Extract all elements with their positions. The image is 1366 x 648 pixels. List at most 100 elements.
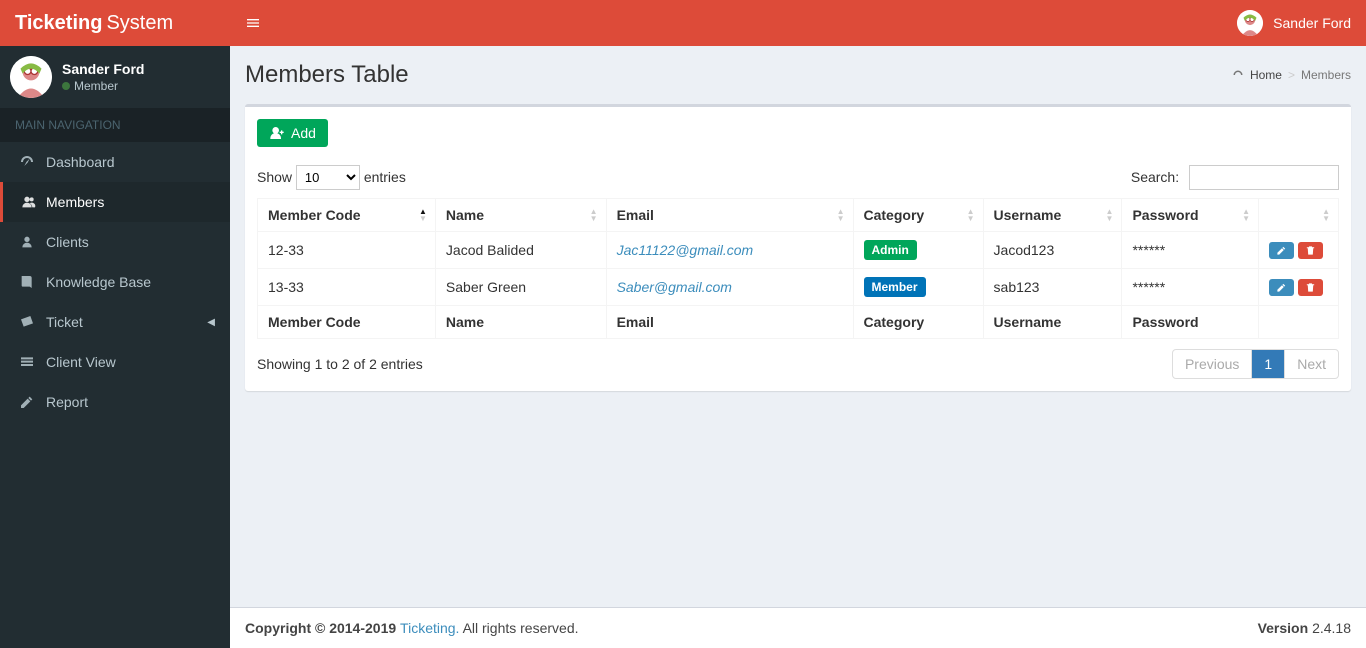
brand-logo[interactable]: Ticketing System — [0, 0, 230, 46]
cell-actions — [1259, 269, 1339, 306]
datatable-info: Showing 1 to 2 of 2 entries — [257, 356, 423, 372]
footer-version: 2.4.18 — [1312, 620, 1351, 636]
nav-members[interactable]: Members — [0, 182, 230, 222]
navbar-user[interactable]: Sander Ford — [1237, 10, 1351, 36]
edit-icon — [18, 394, 36, 410]
table-footer-row: Member Code Name Email Category Username… — [258, 306, 1339, 339]
nav-client-view[interactable]: Client View — [0, 342, 230, 382]
breadcrumb-current: Members — [1301, 68, 1351, 82]
breadcrumb: Home > Members — [1232, 68, 1351, 82]
nav-knowledge-base[interactable]: Knowledge Base — [0, 262, 230, 302]
nav-item-label: Knowledge Base — [46, 274, 151, 290]
book-icon — [18, 274, 36, 290]
search-input[interactable] — [1189, 165, 1339, 190]
add-button[interactable]: Add — [257, 119, 328, 147]
length-prefix: Show — [257, 169, 292, 185]
table-header-row: Member Code▲▼ Name▲▼ Email▲▼ Category▲▼ … — [258, 199, 1339, 232]
th-category[interactable]: Category▲▼ — [853, 199, 983, 232]
avatar-medium — [10, 56, 52, 98]
dashboard-icon — [18, 154, 36, 170]
cell-password: ****** — [1122, 269, 1259, 306]
list-icon — [18, 354, 36, 370]
nav-dashboard[interactable]: Dashboard — [0, 142, 230, 182]
sidebar-user-panel: Sander Ford Member — [0, 46, 230, 108]
cell-email: Saber@gmail.com — [606, 269, 853, 306]
tf-email: Email — [606, 306, 853, 339]
navbar: Sander Ford — [230, 0, 1366, 46]
dashboard-small-icon — [1232, 69, 1244, 81]
tf-name: Name — [435, 306, 606, 339]
avatar-small — [1237, 10, 1263, 36]
nav-item-label: Client View — [46, 354, 116, 370]
cell-actions — [1259, 232, 1339, 269]
th-actions: ▲▼ — [1259, 199, 1339, 232]
cell-username: Jacod123 — [983, 232, 1122, 269]
tf-actions — [1259, 306, 1339, 339]
email-link[interactable]: Saber@gmail.com — [617, 279, 732, 295]
nav-clients[interactable]: Clients — [0, 222, 230, 262]
cell-code: 12-33 — [258, 232, 436, 269]
nav-item-label: Clients — [46, 234, 89, 250]
brand-bold: Ticketing — [15, 12, 102, 35]
cell-name: Jacod Balided — [435, 232, 606, 269]
edit-button[interactable] — [1269, 279, 1294, 296]
th-password[interactable]: Password▲▼ — [1122, 199, 1259, 232]
nav-section-header: MAIN NAVIGATION — [0, 108, 230, 142]
chevron-left-icon: ◀ — [207, 317, 215, 328]
table-row: 12-33Jacod Balided Jac11122@gmail.com Admi… — [258, 232, 1339, 269]
sidebar-user-name: Sander Ford — [62, 61, 144, 77]
pencil-icon — [1276, 245, 1287, 256]
category-badge: Member — [864, 277, 926, 297]
members-table: Member Code▲▼ Name▲▼ Email▲▼ Category▲▼ … — [257, 198, 1339, 339]
nav-report[interactable]: Report — [0, 382, 230, 422]
sidebar-toggle[interactable] — [245, 14, 261, 32]
length-select[interactable]: 10 — [296, 165, 360, 190]
users-icon — [18, 234, 36, 250]
table-row: 13-33Saber GreenSaber@gmail.comMembersab… — [258, 269, 1339, 306]
pagination: Previous 1 Next — [1172, 349, 1339, 379]
breadcrumb-home[interactable]: Home — [1250, 68, 1282, 82]
ticket-icon — [18, 314, 36, 330]
footer-version-label: Version — [1258, 620, 1309, 636]
page-previous[interactable]: Previous — [1173, 350, 1251, 378]
th-username[interactable]: Username▲▼ — [983, 199, 1122, 232]
page-next[interactable]: Next — [1284, 350, 1338, 378]
footer-copyright-prefix: Copyright © 2014-2019 — [245, 620, 400, 636]
sidebar: Sander Ford Member MAIN NAVIGATION Dashb… — [0, 46, 230, 648]
members-box: Add Show 10 entries Search: — [245, 104, 1351, 391]
content-wrapper: Members Table Home > Members Add Show 10… — [230, 46, 1366, 648]
search-control: Search: — [1131, 165, 1339, 190]
cell-username: sab123 — [983, 269, 1122, 306]
hamburger-icon — [245, 15, 261, 31]
brand-light: System — [106, 12, 173, 35]
tf-member-code: Member Code — [258, 306, 436, 339]
cell-password: ****** — [1122, 232, 1259, 269]
page-1[interactable]: 1 — [1251, 350, 1284, 378]
email-link[interactable]: Jac11122@gmail.com — [617, 242, 754, 258]
nav-item-label: Report — [46, 394, 88, 410]
delete-button[interactable] — [1298, 242, 1323, 259]
sidebar-user-role-label: Member — [74, 79, 118, 93]
footer-brand-link[interactable]: Ticketing. — [400, 620, 459, 636]
trash-icon — [1305, 245, 1316, 256]
category-badge: Admin — [864, 240, 917, 260]
page-title: Members Table — [245, 61, 409, 89]
tf-category: Category — [853, 306, 983, 339]
breadcrumb-separator: > — [1288, 68, 1295, 82]
nav-ticket[interactable]: Ticket ◀ — [0, 302, 230, 342]
length-control: Show 10 entries — [257, 165, 406, 190]
datatable-bottom: Showing 1 to 2 of 2 entries Previous 1 N… — [257, 349, 1339, 379]
th-name[interactable]: Name▲▼ — [435, 199, 606, 232]
trash-icon — [1305, 282, 1316, 293]
tf-username: Username — [983, 306, 1122, 339]
content-body: Add Show 10 entries Search: — [230, 89, 1366, 607]
th-email[interactable]: Email▲▼ — [606, 199, 853, 232]
nav-item-label: Ticket — [46, 314, 83, 330]
footer: Copyright © 2014-2019 Ticketing. All rig… — [230, 607, 1366, 648]
delete-button[interactable] — [1298, 279, 1323, 296]
users-icon — [18, 194, 36, 210]
edit-button[interactable] — [1269, 242, 1294, 259]
length-suffix: entries — [364, 169, 406, 185]
top-header: Ticketing System Sander Ford — [0, 0, 1366, 46]
th-member-code[interactable]: Member Code▲▼ — [258, 199, 436, 232]
